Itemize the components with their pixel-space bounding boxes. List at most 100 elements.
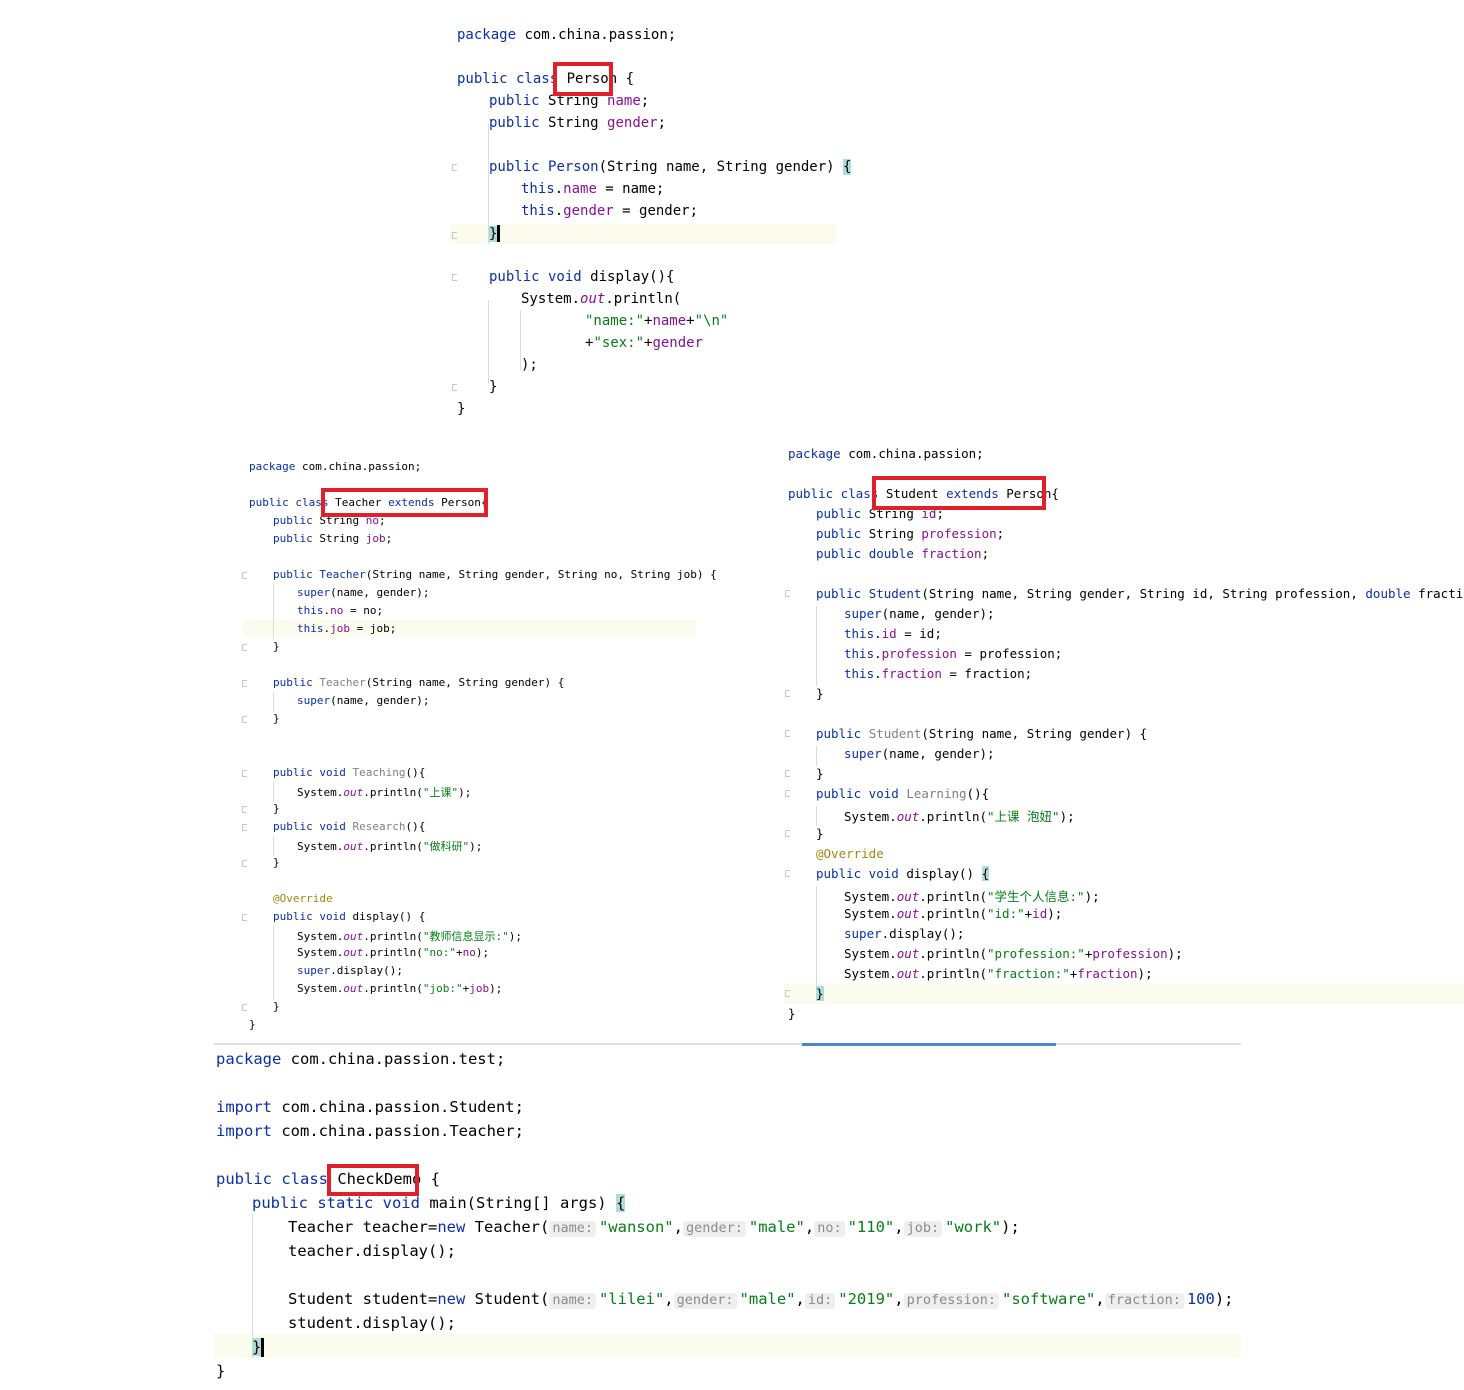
fold-marker-icon[interactable] <box>785 870 790 877</box>
string-literal: "male" <box>739 1290 796 1308</box>
code-line: public Teacher(String name, String gende… <box>273 568 717 581</box>
code-text: System. <box>844 906 897 921</box>
code-text: + <box>455 946 463 959</box>
fold-marker-icon[interactable] <box>242 572 247 579</box>
fold-marker-icon[interactable] <box>785 790 790 797</box>
code-line: this.id = id; <box>844 626 942 641</box>
code-text: (name, gender); <box>881 746 995 761</box>
code-text: Teacher <box>319 568 366 581</box>
code-text: com.china.passion; <box>301 460 422 473</box>
code-text: ); <box>1084 889 1100 904</box>
fold-marker-icon[interactable] <box>242 644 247 651</box>
code-text: System. <box>844 889 897 904</box>
code-line: } <box>457 401 466 417</box>
fold-marker-icon[interactable] <box>242 770 247 777</box>
code-text: System. <box>521 291 581 307</box>
code-text: = no; <box>343 604 384 617</box>
code-line: System.out.println("上课"); <box>297 784 471 800</box>
code-line: public static void main(String[] args) { <box>252 1194 626 1212</box>
code-line: public String job; <box>273 532 392 545</box>
code-text: public <box>816 526 862 541</box>
code-text: double <box>1365 586 1411 601</box>
code-text: public void <box>489 269 582 285</box>
code-text: public void <box>273 766 346 779</box>
code-line: public Student(String name, String gende… <box>816 726 1147 741</box>
fold-marker-icon[interactable] <box>242 824 247 831</box>
field-name: out <box>896 966 920 981</box>
code-text: package <box>249 460 296 473</box>
code-line: System.out.println("no:"+no); <box>297 946 489 959</box>
field-name: job <box>469 982 490 995</box>
field-name: out <box>343 786 364 799</box>
code-text: System. <box>297 840 344 853</box>
code-text: .println( <box>363 786 423 799</box>
fold-marker-icon[interactable] <box>785 690 790 697</box>
code-line: super(name, gender); <box>844 746 995 761</box>
fold-marker-icon[interactable] <box>242 860 247 867</box>
fold-marker-icon[interactable] <box>242 716 247 723</box>
fold-marker-icon[interactable] <box>242 806 247 813</box>
code-text: . <box>554 203 564 219</box>
code-text: , <box>664 1290 674 1308</box>
fold-marker-icon[interactable] <box>785 590 790 597</box>
code-text: . <box>874 666 882 681</box>
string-literal: "sex:" <box>593 335 645 351</box>
code-text: System. <box>844 809 897 824</box>
code-line: public double fraction; <box>816 546 989 561</box>
code-text: .println( <box>363 982 423 995</box>
fold-marker-icon[interactable] <box>242 680 247 687</box>
fold-marker-icon[interactable] <box>452 232 457 239</box>
code-text: package <box>457 27 517 43</box>
code-line: Teacher teacher=new Teacher(name: "wanson… <box>288 1218 1020 1237</box>
field-name: out <box>343 930 364 943</box>
param-hint: name: <box>549 1220 596 1237</box>
fold-marker-icon[interactable] <box>785 770 790 777</box>
field-name: out <box>343 946 364 959</box>
code-line: System.out.println("fraction:"+fraction)… <box>844 966 1153 981</box>
code-line: } <box>273 712 280 725</box>
code-line: super(name, gender); <box>297 586 429 599</box>
code-line: } <box>273 640 280 653</box>
fold-marker-icon[interactable] <box>785 990 790 997</box>
code-text: Student( <box>474 1290 550 1308</box>
fold-marker-icon[interactable] <box>452 384 457 391</box>
fold-marker-icon[interactable] <box>242 914 247 921</box>
code-line: public String profession; <box>816 526 1004 541</box>
indent-guide <box>273 926 274 1000</box>
code-line: public Teacher(String name, String gende… <box>273 676 564 689</box>
string-literal: "做科研" <box>422 840 470 853</box>
code-text: System. <box>844 946 897 961</box>
code-text: ); <box>1047 906 1063 921</box>
fold-marker-icon[interactable] <box>785 830 790 837</box>
student-code-panel: package com.china.passion; public class … <box>782 442 1464 1032</box>
code-text: , <box>894 1218 904 1236</box>
code-line: super.display(); <box>844 926 964 941</box>
code-text: .display(); <box>881 926 965 941</box>
code-text: , <box>894 1290 904 1308</box>
fold-marker-icon[interactable] <box>452 164 457 171</box>
field-name: id <box>881 626 897 641</box>
field-name: profession <box>921 526 997 541</box>
code-text: display() <box>906 866 975 881</box>
fold-marker-icon[interactable] <box>452 274 457 281</box>
code-line: package com.china.passion; <box>249 460 421 473</box>
param-hint: gender: <box>682 1220 746 1237</box>
field-name: no <box>462 946 476 959</box>
code-text: public class <box>216 1170 328 1188</box>
code-text: display() { <box>352 910 426 923</box>
fold-marker-icon[interactable] <box>785 730 790 737</box>
indent-guide <box>816 746 817 766</box>
code-line: import com.china.passion.Student; <box>216 1098 524 1116</box>
annotation: @Override <box>273 892 333 905</box>
code-text: public <box>816 726 862 741</box>
code-text: ); <box>1059 809 1075 824</box>
code-line: public Student(String name, String gende… <box>816 586 1464 601</box>
code-line: } <box>273 1000 280 1013</box>
string-literal: "上课" <box>422 786 459 799</box>
code-text: (){ <box>405 766 426 779</box>
code-line: public String gender; <box>489 115 666 131</box>
fold-marker-icon[interactable] <box>242 1004 247 1011</box>
code-line: } <box>252 1338 265 1357</box>
code-line: System.out.println("job:"+job); <box>297 982 502 995</box>
code-text: Learning <box>906 786 967 801</box>
